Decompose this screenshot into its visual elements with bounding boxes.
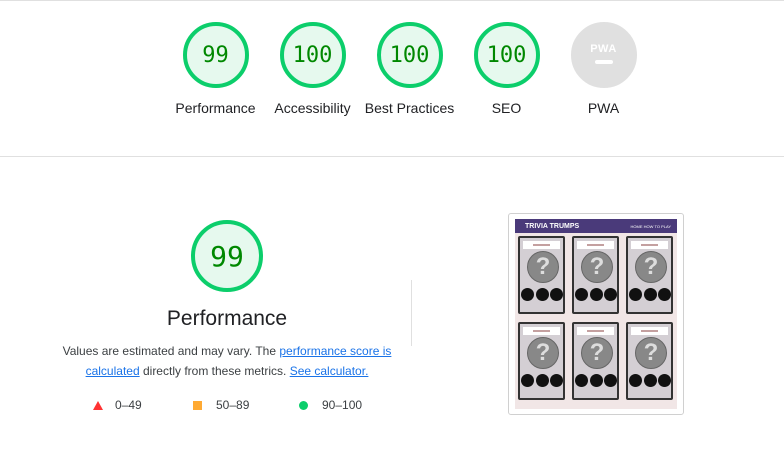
gauge-best-practices[interactable]: 100 Best Practices bbox=[361, 22, 458, 118]
screenshot-header: TRIVIA TRUMPS HOME HOW TO PLAY bbox=[515, 219, 677, 233]
card-header bbox=[523, 327, 560, 335]
performance-title: Performance bbox=[166, 307, 288, 330]
desc-middle: directly from these metrics. bbox=[139, 364, 290, 378]
medal-icons bbox=[575, 374, 617, 387]
gauge-pwa[interactable]: PWA PWA bbox=[555, 22, 652, 118]
gauge-label: SEO bbox=[491, 100, 522, 116]
trivia-card: ? bbox=[626, 236, 673, 314]
trivia-card: ? bbox=[518, 236, 565, 314]
vertical-separator bbox=[411, 280, 412, 346]
fail-triangle-icon bbox=[93, 400, 103, 410]
question-mark-icon: ? bbox=[635, 337, 667, 369]
trivia-card: ? bbox=[572, 236, 619, 314]
pass-circle-icon bbox=[299, 400, 308, 410]
gauge-label: Accessibility bbox=[274, 100, 351, 116]
performance-score-ring: 99 bbox=[182, 22, 249, 88]
gauge-accessibility[interactable]: 100 Accessibility bbox=[264, 22, 361, 118]
performance-big-score: 99 bbox=[191, 220, 263, 292]
legend-range: 90–100 bbox=[322, 398, 363, 412]
question-mark-icon: ? bbox=[581, 337, 613, 369]
question-mark-icon: ? bbox=[581, 251, 613, 283]
card-header bbox=[577, 327, 614, 335]
final-screenshot-thumbnail[interactable]: TRIVIA TRUMPS HOME HOW TO PLAY ? ? ? ? ? bbox=[508, 213, 684, 415]
screenshot-title: TRIVIA TRUMPS bbox=[525, 222, 580, 230]
pwa-badge-text: PWA bbox=[590, 42, 617, 55]
gauge-performance[interactable]: 99 Performance bbox=[167, 22, 264, 118]
medal-icons bbox=[521, 288, 563, 301]
desc-prefix: Values are estimated and may vary. The bbox=[62, 344, 280, 358]
section-divider bbox=[0, 156, 784, 157]
pwa-badge-icon: PWA bbox=[570, 22, 637, 88]
legend-fail: 0–49 bbox=[93, 398, 142, 412]
question-mark-icon: ? bbox=[635, 251, 667, 283]
screenshot-nav: HOME HOW TO PLAY bbox=[630, 223, 671, 229]
legend-range: 50–89 bbox=[216, 398, 250, 412]
trivia-card: ? bbox=[572, 322, 619, 400]
legend-pass: 90–100 bbox=[299, 398, 362, 412]
medal-icons bbox=[629, 288, 671, 301]
medal-icons bbox=[629, 374, 671, 387]
question-mark-icon: ? bbox=[527, 337, 559, 369]
legend-range: 0–49 bbox=[115, 398, 142, 412]
screenshot-body: ? ? ? ? ? ? bbox=[515, 233, 677, 409]
top-divider bbox=[0, 0, 784, 1]
pwa-dash-icon bbox=[594, 59, 613, 64]
see-calculator-link[interactable]: See calculator. bbox=[290, 364, 369, 378]
medal-icons bbox=[521, 374, 563, 387]
performance-description: Values are estimated and may vary. The p… bbox=[60, 341, 394, 381]
gauge-label: Best Practices bbox=[364, 100, 455, 116]
legend-average: 50–89 bbox=[193, 398, 249, 412]
trivia-card: ? bbox=[626, 322, 673, 400]
accessibility-score-ring: 100 bbox=[279, 22, 346, 88]
gauge-seo[interactable]: 100 SEO bbox=[458, 22, 555, 118]
seo-score-ring: 100 bbox=[473, 22, 540, 88]
category-gauges: 99 Performance 100 Accessibility 100 Bes… bbox=[167, 22, 652, 118]
card-header bbox=[523, 241, 560, 249]
best-practices-score-ring: 100 bbox=[376, 22, 443, 88]
card-header bbox=[631, 327, 668, 335]
gauge-label: Performance bbox=[175, 100, 256, 116]
average-square-icon bbox=[193, 400, 202, 410]
gauge-label: PWA bbox=[587, 100, 620, 116]
trivia-card: ? bbox=[518, 322, 565, 400]
question-mark-icon: ? bbox=[527, 251, 559, 283]
card-header bbox=[577, 241, 614, 249]
medal-icons bbox=[575, 288, 617, 301]
card-header bbox=[631, 241, 668, 249]
